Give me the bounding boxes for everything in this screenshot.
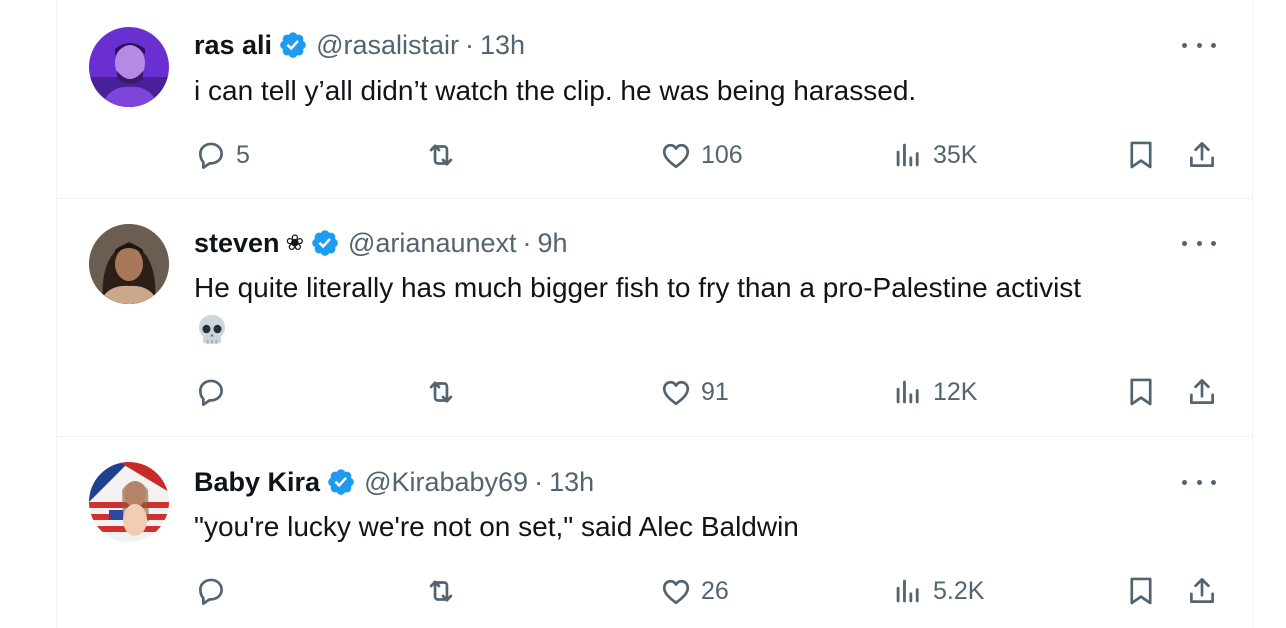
separator: · bbox=[522, 227, 532, 258]
bookmark-button[interactable] bbox=[1124, 571, 1158, 611]
tweet-header: Baby Kira @Kirababy69 · 13h bbox=[194, 464, 594, 500]
views-icon bbox=[891, 375, 925, 409]
share-button[interactable] bbox=[1185, 571, 1219, 611]
avatar[interactable] bbox=[89, 462, 169, 542]
like-count: 26 bbox=[701, 576, 729, 605]
heart-icon bbox=[659, 574, 693, 608]
repost-button[interactable] bbox=[424, 135, 466, 175]
tweet[interactable]: steven ❀ @arianaunext · 9h He quite lite… bbox=[57, 199, 1252, 437]
reply-button[interactable]: 5 bbox=[194, 135, 250, 175]
heart-icon bbox=[659, 138, 693, 172]
verified-badge-icon[interactable] bbox=[278, 30, 308, 60]
reply-icon bbox=[194, 574, 228, 608]
more-options-icon[interactable] bbox=[1182, 35, 1216, 55]
avatar[interactable] bbox=[89, 27, 169, 107]
skull-emoji bbox=[199, 314, 225, 344]
bookmark-icon bbox=[1124, 138, 1158, 172]
verified-badge-icon[interactable] bbox=[310, 228, 340, 258]
timestamp[interactable]: 13h bbox=[480, 30, 525, 61]
separator: · bbox=[465, 29, 474, 60]
views-icon bbox=[891, 574, 925, 608]
views-button[interactable]: 35K bbox=[891, 135, 977, 175]
tweet-text-content: He quite literally has much bigger fish … bbox=[194, 272, 1082, 303]
share-button[interactable] bbox=[1185, 135, 1219, 175]
reply-icon bbox=[194, 375, 228, 409]
action-bar: 5 106 35K bbox=[194, 135, 1216, 175]
timestamp[interactable]: 9h bbox=[538, 228, 568, 259]
action-bar: 91 12K bbox=[194, 372, 1216, 412]
user-handle[interactable]: @arianaunext bbox=[348, 228, 517, 259]
bookmark-button[interactable] bbox=[1124, 372, 1158, 412]
bookmark-icon bbox=[1124, 375, 1158, 409]
display-name[interactable]: steven bbox=[194, 228, 280, 259]
tweet-header: ras ali @rasalistair · 13h bbox=[194, 27, 525, 63]
reply-button[interactable] bbox=[194, 571, 236, 611]
user-handle[interactable]: @Kirababy69 bbox=[364, 467, 528, 498]
heart-icon bbox=[659, 375, 693, 409]
separator: · bbox=[534, 466, 544, 497]
tweet-header: steven ❀ @arianaunext · 9h bbox=[194, 225, 568, 261]
display-name[interactable]: Baby Kira bbox=[194, 467, 320, 498]
share-icon bbox=[1185, 375, 1219, 409]
repost-button[interactable] bbox=[424, 372, 466, 412]
view-count: 35K bbox=[933, 140, 978, 169]
reply-count: 5 bbox=[236, 140, 250, 169]
like-count: 91 bbox=[701, 377, 729, 406]
action-bar: 26 5.2K bbox=[194, 571, 1216, 611]
views-button[interactable]: 12K bbox=[891, 372, 977, 412]
reply-icon bbox=[194, 138, 228, 172]
replies-feed: ras ali @rasalistair · 13h i can tell y’… bbox=[56, 0, 1253, 628]
more-options-icon[interactable] bbox=[1182, 472, 1216, 492]
bookmark-icon bbox=[1124, 574, 1158, 608]
reply-button[interactable] bbox=[194, 372, 236, 412]
like-button[interactable]: 26 bbox=[659, 571, 729, 611]
views-button[interactable]: 5.2K bbox=[891, 571, 984, 611]
user-handle[interactable]: @rasalistair bbox=[316, 30, 459, 61]
like-button[interactable]: 91 bbox=[659, 372, 729, 412]
repost-icon bbox=[424, 138, 458, 172]
repost-button[interactable] bbox=[424, 571, 466, 611]
share-button[interactable] bbox=[1185, 372, 1219, 412]
tweet[interactable]: Baby Kira @Kirababy69 · 13h "you're luck… bbox=[57, 437, 1252, 628]
verified-badge-icon[interactable] bbox=[326, 467, 356, 497]
avatar[interactable] bbox=[89, 224, 169, 304]
bookmark-button[interactable] bbox=[1124, 135, 1158, 175]
tweet[interactable]: ras ali @rasalistair · 13h i can tell y’… bbox=[57, 0, 1252, 199]
views-icon bbox=[891, 138, 925, 172]
repost-icon bbox=[424, 574, 458, 608]
view-count: 5.2K bbox=[933, 576, 985, 605]
tweet-text: "you're lucky we're not on set," said Al… bbox=[194, 511, 799, 542]
like-button[interactable]: 106 bbox=[659, 135, 743, 175]
repost-icon bbox=[424, 375, 458, 409]
tweet-text: i can tell y’all didn’t watch the clip. … bbox=[194, 75, 917, 106]
like-count: 106 bbox=[701, 140, 743, 169]
display-name[interactable]: ras ali bbox=[194, 30, 272, 61]
tweet-text: He quite literally has much bigger fish … bbox=[194, 268, 1204, 348]
more-options-icon[interactable] bbox=[1182, 233, 1216, 253]
share-icon bbox=[1185, 574, 1219, 608]
view-count: 12K bbox=[933, 377, 978, 406]
timestamp[interactable]: 13h bbox=[549, 467, 594, 498]
share-icon bbox=[1185, 138, 1219, 172]
name-flower-symbol: ❀ bbox=[285, 230, 304, 255]
